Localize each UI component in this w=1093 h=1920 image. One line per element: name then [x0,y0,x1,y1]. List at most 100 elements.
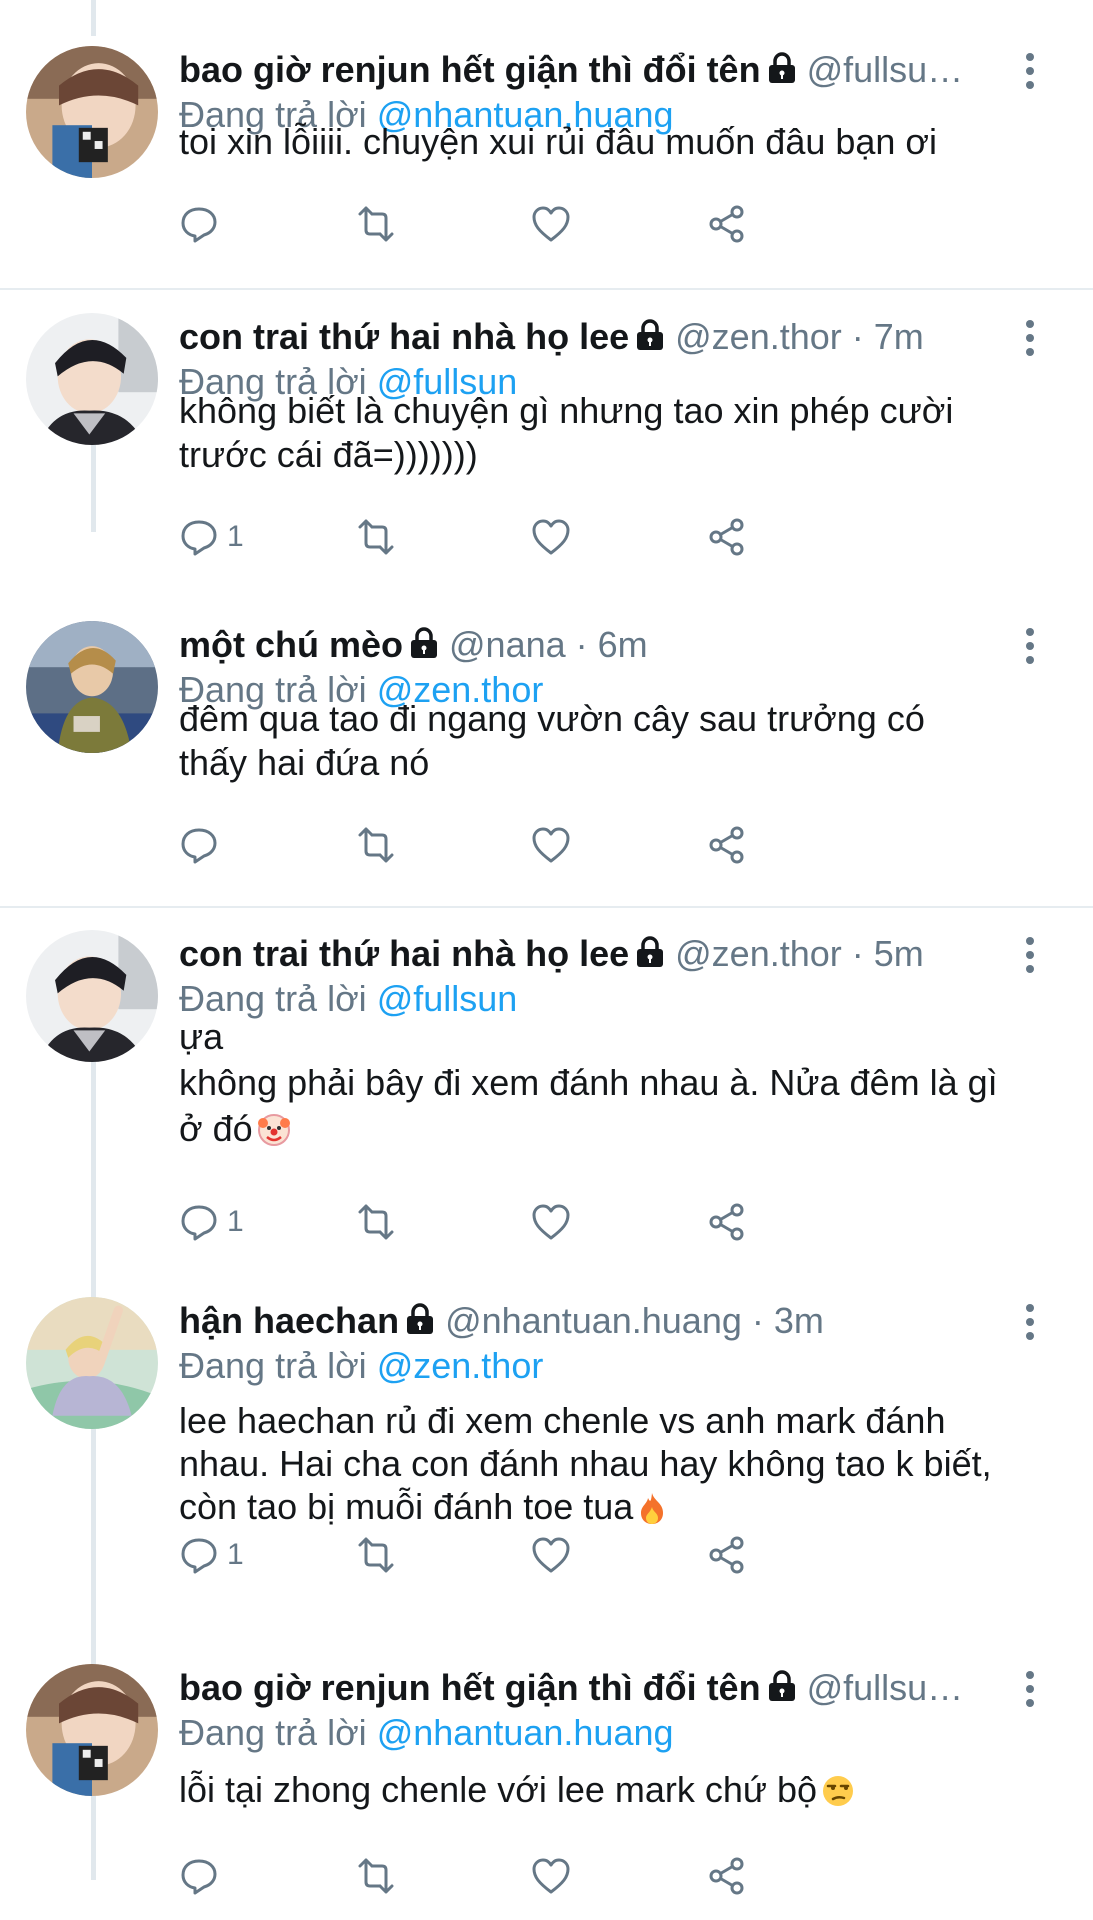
retweet-icon [358,206,394,242]
lock-icon [635,316,665,361]
share-icon [709,518,744,556]
display-name[interactable]: con trai thứ hai nhà họ lee [179,933,629,974]
tweet-text-line: không biết là chuyện gì nhưng tao xin ph… [179,390,954,431]
tweet-text-line: toi xin lỗiiii. chuyện xui rủi đâu muốn … [179,121,938,162]
share-icon [709,205,744,243]
retweet-button[interactable] [354,200,398,248]
more-icon[interactable] [1025,627,1035,665]
tweet-text-line: lỗi tại zhong chenle với lee mark chứ bộ [179,1769,818,1810]
handle-meta[interactable]: @nhantuan.huang · 3m [445,1300,824,1341]
unamused-emoji [821,1774,855,1818]
display-name[interactable]: một chú mèo [179,624,403,665]
retweet-button[interactable] [354,1852,398,1900]
reply-button[interactable]: 1 [179,1198,244,1246]
reply-icon [181,1205,217,1241]
tweet-header: bao giờ renjun hết giận thì đổi tên @full… [179,46,1003,94]
reply-icon [181,207,217,243]
handle-meta[interactable]: @fullsu… [807,1667,964,1708]
tweet-header: con trai thứ hai nhà họ lee @zen.thor · 7… [179,313,1003,361]
tweet-text: không biết là chuyện gì nhưng tao xin ph… [179,389,1039,477]
handle-meta[interactable]: @nana · 6m [449,624,648,665]
tweet[interactable]: bao giờ renjun hết giận thì đổi tên @full… [0,1664,1093,1920]
avatar[interactable] [26,1297,158,1429]
reply-count: 1 [227,1538,244,1571]
reply-context: Đang trả lời @nhantuan.huang [179,1710,674,1756]
share-button[interactable] [707,1852,747,1900]
tweet-text: lee haechan rủ đi xem chenle vs anh mark… [179,1399,1039,1534]
share-button[interactable] [707,1531,747,1579]
share-button[interactable] [707,513,747,561]
reply-prefix: Đang trả lời [179,978,367,1019]
lock-icon [767,1667,797,1712]
reply-mention[interactable]: @nhantuan.huang [377,1712,674,1753]
retweet-button[interactable] [354,1198,398,1246]
clown-emoji [257,1112,291,1158]
reply-button[interactable] [179,1852,227,1900]
avatar[interactable] [26,621,158,753]
reply-button[interactable]: 1 [179,513,244,561]
avatar[interactable] [26,46,158,178]
avatar[interactable] [26,1664,158,1796]
thread-line-top [91,0,96,36]
display-name[interactable]: hận haechan [179,1300,399,1341]
tweet[interactable]: hận haechan @nhantuan.huang · 3m Đang trả… [0,1297,1093,1637]
reply-mention[interactable]: @zen.thor [377,1345,544,1386]
retweet-button[interactable] [354,513,398,561]
tweet[interactable]: một chú mèo @nana · 6m Đang trả lời @zen.… [0,621,1093,906]
share-icon [709,826,744,864]
display-name[interactable]: con trai thứ hai nhà họ lee [179,316,629,357]
reply-mention[interactable]: @fullsun [377,978,518,1019]
like-button[interactable] [531,821,571,869]
more-icon[interactable] [1025,1670,1035,1708]
share-button[interactable] [707,200,747,248]
tweet[interactable]: con trai thứ hai nhà họ lee @zen.thor · 5… [0,930,1093,1270]
avatar[interactable] [26,930,158,1062]
reply-prefix: Đang trả lời [179,1712,367,1753]
avatar-image [26,621,158,753]
like-icon [532,1537,570,1573]
fire-emoji [637,1491,667,1534]
more-icon[interactable] [1025,52,1035,90]
retweet-icon [358,1537,394,1573]
tweet[interactable]: bao giờ renjun hết giận thì đổi tên @full… [0,46,1093,286]
tweet-text: toi xin lỗiiii. chuyện xui rủi đâu muốn … [179,120,1039,164]
handle-meta[interactable]: @fullsu… [807,49,964,90]
tweet-header: bao giờ renjun hết giận thì đổi tên @full… [179,1664,1003,1712]
reply-button[interactable]: 1 [179,1531,244,1579]
retweet-button[interactable] [354,821,398,869]
more-icon[interactable] [1025,319,1035,357]
lock-icon [635,933,665,978]
like-button[interactable] [531,1852,571,1900]
tweet-text-line: ở đó [179,1108,253,1149]
reply-icon [181,1538,217,1574]
share-button[interactable] [707,1198,747,1246]
retweet-icon [358,1204,394,1240]
display-name[interactable]: bao giờ renjun hết giận thì đổi tên [179,1667,761,1708]
more-icon[interactable] [1025,1303,1035,1341]
tweet-text: lỗi tại zhong chenle với lee mark chứ bộ [179,1768,1039,1818]
like-button[interactable] [531,200,571,248]
tweet[interactable]: con trai thứ hai nhà họ lee @zen.thor · 7… [0,313,1093,583]
like-button[interactable] [531,513,571,561]
reply-button[interactable] [179,821,227,869]
display-name[interactable]: bao giờ renjun hết giận thì đổi tên [179,49,761,90]
share-icon [709,1857,744,1895]
tweet-text-line: lee haechan rủ đi xem chenle vs anh mark… [179,1400,946,1441]
share-button[interactable] [707,821,747,869]
like-button[interactable] [531,1198,571,1246]
like-button[interactable] [531,1531,571,1579]
reply-icon [181,828,217,864]
reply-button[interactable] [179,200,227,248]
reply-count: 1 [227,1205,244,1238]
handle-meta[interactable]: @zen.thor · 5m [675,933,924,974]
retweet-button[interactable] [354,1531,398,1579]
tweet-text: đêm qua tao đi ngang vườn cây sau trưởng… [179,697,1039,785]
avatar[interactable] [26,313,158,445]
tweet-text-line: thấy hai đứa nó [179,742,430,783]
retweet-icon [358,827,394,863]
more-icon[interactable] [1025,936,1035,974]
handle-meta[interactable]: @zen.thor · 7m [675,316,924,357]
tweet-text-line: ựa [179,1016,224,1057]
lock-icon [409,624,439,669]
tweet-text-line: đêm qua tao đi ngang vườn cây sau trưởng… [179,698,925,739]
